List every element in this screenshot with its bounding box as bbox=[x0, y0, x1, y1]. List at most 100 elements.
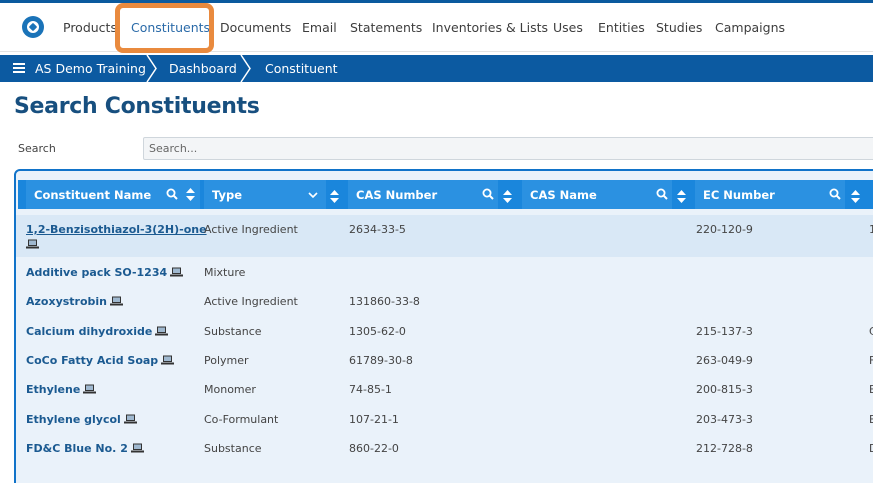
overflow-cell: F bbox=[869, 354, 873, 367]
search-icon[interactable] bbox=[482, 188, 494, 200]
table-row[interactable]: CoCo Fatty Acid Soap Polymer 61789-30-8 … bbox=[16, 346, 873, 375]
breadcrumb-item-current: Constituent bbox=[265, 61, 338, 76]
column-label: Constituent Name bbox=[34, 188, 152, 202]
type-cell: Substance bbox=[204, 442, 262, 455]
table-row[interactable]: Ethylene glycol Co-Formulant 107-21-1 20… bbox=[16, 405, 873, 434]
ec-number-cell: 212-728-8 bbox=[696, 442, 753, 455]
breadcrumb-separator-icon bbox=[145, 55, 159, 82]
hamburger-menu-icon[interactable] bbox=[13, 63, 25, 73]
constituent-name-link[interactable]: Ethylene bbox=[26, 383, 80, 396]
search-icon[interactable] bbox=[166, 188, 178, 200]
constituent-name-link[interactable]: Ethylene glycol bbox=[26, 413, 121, 426]
cas-number-cell: 61789-30-8 bbox=[349, 354, 413, 367]
nav-inventories-lists[interactable]: Inventories & Lists bbox=[432, 20, 548, 35]
constituent-name-link[interactable]: FD&C Blue No. 2 bbox=[26, 442, 128, 455]
nav-campaigns[interactable]: Campaigns bbox=[715, 20, 785, 35]
breadcrumb: AS Demo Training Dashboard Constituent bbox=[0, 55, 873, 82]
sort-icon[interactable] bbox=[503, 188, 512, 203]
nav-studies[interactable]: Studies bbox=[656, 20, 702, 35]
laptop-icon bbox=[26, 239, 39, 252]
breadcrumb-item-dashboard[interactable]: Dashboard bbox=[169, 61, 237, 76]
laptop-icon bbox=[170, 267, 184, 277]
constituents-table: Constituent Name Type CAS Number CAS Nam… bbox=[14, 169, 873, 483]
breadcrumb-separator-icon bbox=[239, 55, 253, 82]
cas-number-cell: 107-21-1 bbox=[349, 413, 399, 426]
type-cell: Co-Formulant bbox=[204, 413, 279, 426]
constituent-name-cell[interactable]: FD&C Blue No. 2 bbox=[26, 442, 144, 455]
column-label: Type bbox=[212, 188, 243, 202]
sort-icon[interactable] bbox=[330, 188, 339, 203]
nav-products[interactable]: Products bbox=[63, 20, 117, 35]
laptop-icon bbox=[83, 384, 97, 394]
ec-number-cell: 263-049-9 bbox=[696, 354, 753, 367]
sort-icon[interactable] bbox=[677, 188, 686, 203]
app-logo-icon[interactable] bbox=[22, 16, 44, 38]
table-row[interactable]: 1,2-Benzisothiazol-3(2H)-one Active Ingr… bbox=[16, 215, 873, 257]
laptop-icon bbox=[110, 296, 124, 306]
laptop-icon bbox=[155, 326, 169, 336]
search-icon[interactable] bbox=[656, 188, 668, 200]
constituent-name-cell[interactable]: Ethylene bbox=[26, 383, 97, 396]
table-row[interactable]: FD&C Blue No. 2 Substance 860-22-0 212-7… bbox=[16, 434, 873, 474]
ec-number-cell: 200-815-3 bbox=[696, 383, 753, 396]
constituent-name-cell[interactable]: Additive pack SO-1234 bbox=[26, 266, 184, 279]
type-cell: Active Ingredient bbox=[204, 295, 298, 308]
overflow-cell: E bbox=[869, 383, 873, 396]
overflow-cell: E bbox=[869, 413, 873, 426]
nav-entities[interactable]: Entities bbox=[598, 20, 645, 35]
type-cell: Polymer bbox=[204, 354, 249, 367]
cas-number-cell: 74-85-1 bbox=[349, 383, 392, 396]
table-row[interactable]: Azoxystrobin Active Ingredient 131860-33… bbox=[16, 287, 873, 317]
overflow-cell: C bbox=[869, 325, 873, 338]
column-header-cas-name[interactable]: CAS Name bbox=[522, 180, 672, 209]
cas-number-cell: 860-22-0 bbox=[349, 442, 399, 455]
overflow-cell: 1 bbox=[869, 223, 873, 236]
table-header: Constituent Name Type CAS Number CAS Nam… bbox=[18, 180, 873, 209]
constituent-name-cell[interactable]: Azoxystrobin bbox=[26, 295, 124, 308]
constituent-name-link[interactable]: Calcium dihydroxide bbox=[26, 325, 152, 338]
constituent-name-cell[interactable]: Ethylene glycol bbox=[26, 413, 137, 426]
search-label: Search bbox=[18, 142, 56, 155]
constituent-name-cell[interactable]: CoCo Fatty Acid Soap bbox=[26, 354, 175, 367]
table-row[interactable]: Calcium dihydroxide Substance 1305-62-0 … bbox=[16, 317, 873, 346]
constituent-name-link[interactable]: Additive pack SO-1234 bbox=[26, 266, 167, 279]
type-cell: Monomer bbox=[204, 383, 256, 396]
sort-icon[interactable] bbox=[186, 188, 195, 201]
column-header-ec-number[interactable]: EC Number bbox=[695, 180, 845, 209]
nav-statements[interactable]: Statements bbox=[350, 20, 422, 35]
constituent-name-cell[interactable]: Calcium dihydroxide bbox=[26, 325, 169, 338]
cas-number-cell: 131860-33-8 bbox=[349, 295, 420, 308]
table-row[interactable]: Additive pack SO-1234 Mixture bbox=[16, 257, 873, 287]
active-nav-highlight bbox=[115, 3, 214, 53]
table-row[interactable]: Ethylene Monomer 74-85-1 200-815-3 E bbox=[16, 375, 873, 405]
chevron-down-icon[interactable] bbox=[308, 189, 318, 199]
nav-documents[interactable]: Documents bbox=[220, 20, 291, 35]
column-header-constituent-name[interactable]: Constituent Name bbox=[26, 180, 200, 209]
page-title: Search Constituents bbox=[14, 94, 260, 119]
cas-number-cell: 1305-62-0 bbox=[349, 325, 406, 338]
column-label: CAS Number bbox=[356, 188, 438, 202]
search-icon[interactable] bbox=[829, 188, 841, 200]
laptop-icon bbox=[130, 443, 144, 453]
laptop-icon bbox=[123, 414, 137, 424]
constituent-name-link[interactable]: 1,2-Benzisothiazol-3(2H)-one bbox=[26, 223, 207, 236]
column-label: EC Number bbox=[703, 188, 775, 202]
search-input[interactable] bbox=[143, 137, 873, 160]
type-cell: Substance bbox=[204, 325, 262, 338]
column-header-cas-number[interactable]: CAS Number bbox=[348, 180, 498, 209]
ec-number-cell: 220-120-9 bbox=[696, 223, 753, 236]
overflow-cell: D bbox=[869, 442, 873, 455]
ec-number-cell: 215-137-3 bbox=[696, 325, 753, 338]
cas-number-cell: 2634-33-5 bbox=[349, 223, 406, 236]
laptop-icon bbox=[161, 355, 175, 365]
type-cell: Mixture bbox=[204, 266, 246, 279]
nav-email[interactable]: Email bbox=[302, 20, 337, 35]
sort-icon[interactable] bbox=[851, 188, 860, 203]
constituent-name-link[interactable]: Azoxystrobin bbox=[26, 295, 107, 308]
nav-uses[interactable]: Uses bbox=[553, 20, 583, 35]
column-header-type[interactable]: Type bbox=[204, 180, 326, 209]
ec-number-cell: 203-473-3 bbox=[696, 413, 753, 426]
constituent-name-link[interactable]: CoCo Fatty Acid Soap bbox=[26, 354, 158, 367]
column-label: CAS Name bbox=[530, 188, 597, 202]
breadcrumb-item-workspace[interactable]: AS Demo Training bbox=[35, 61, 146, 76]
